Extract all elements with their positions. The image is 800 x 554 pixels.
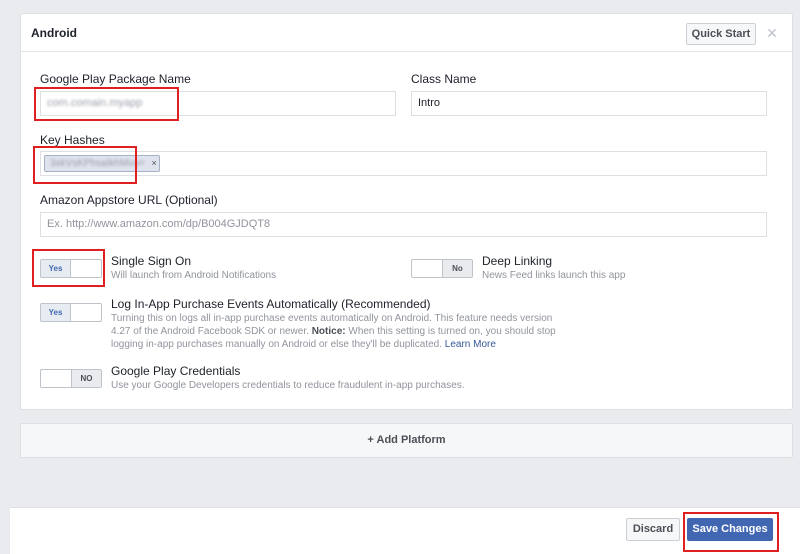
quick-start-button[interactable]: Quick Start: [686, 23, 756, 45]
notice-label: Notice:: [311, 326, 346, 337]
single-sign-on-toggle[interactable]: Yes: [40, 259, 102, 278]
amazon-url-label: Amazon Appstore URL (Optional): [40, 193, 218, 207]
class-name-value: Intro: [418, 97, 441, 109]
plus-icon: +: [367, 434, 374, 446]
log-purchase-title: Log In-App Purchase Events Automatically…: [111, 297, 431, 311]
desc-text: logging in-app purchases manually on And…: [111, 339, 443, 350]
add-platform-button[interactable]: + Add Platform: [20, 423, 793, 458]
amazon-url-input[interactable]: Ex. http://www.amazon.com/dp/B004GJDQT8: [40, 212, 767, 237]
deep-linking-desc: News Feed links launch this app: [482, 270, 626, 281]
close-icon[interactable]: ✕: [765, 23, 779, 43]
deep-linking-toggle[interactable]: No: [411, 259, 473, 278]
log-purchase-desc-line3: logging in-app purchases manually on And…: [111, 338, 771, 351]
play-credentials-title: Google Play Credentials: [111, 364, 241, 378]
discard-button[interactable]: Discard: [626, 518, 680, 541]
package-name-label: Google Play Package Name: [40, 72, 191, 86]
toggle-yes-segment: Yes: [41, 304, 71, 321]
single-sign-on-desc: Will launch from Android Notifications: [111, 270, 277, 281]
desc-text: 4.27 of the Android Facebook SDK or newe…: [111, 326, 309, 337]
save-changes-button[interactable]: Save Changes: [687, 518, 773, 541]
play-credentials-desc: Use your Google Developers credentials t…: [111, 380, 465, 391]
log-purchase-toggle[interactable]: Yes: [40, 303, 102, 322]
toggle-yes-segment: Yes: [41, 260, 71, 277]
package-name-input[interactable]: com.comain.myapp: [40, 91, 396, 116]
amazon-url-placeholder: Ex. http://www.amazon.com/dp/B004GJDQT8: [47, 218, 271, 230]
learn-more-link[interactable]: Learn More: [445, 339, 496, 350]
footer-bar: Discard Save Changes: [10, 507, 800, 554]
package-name-value: com.comain.myapp: [47, 97, 143, 109]
class-name-input[interactable]: Intro: [411, 91, 767, 116]
class-name-label: Class Name: [411, 72, 477, 86]
key-hash-token: 3xkVsKPhsaIkhMva= ×: [44, 155, 160, 172]
panel-title: Android: [31, 26, 77, 40]
toggle-no-segment: No: [442, 260, 472, 277]
deep-linking-title: Deep Linking: [482, 254, 553, 268]
panel-header: Android Quick Start ✕: [21, 14, 792, 52]
play-credentials-toggle[interactable]: NO: [40, 369, 102, 388]
key-hashes-label: Key Hashes: [40, 133, 105, 147]
log-purchase-desc-line1: Turning this on logs all in-app purchase…: [111, 313, 553, 324]
add-platform-label: Add Platform: [376, 434, 446, 446]
key-hashes-input[interactable]: 3xkVsKPhsaIkhMva= ×: [40, 151, 767, 176]
desc-text: When this setting is turned on, you shou…: [348, 326, 556, 337]
log-purchase-desc-line2: 4.27 of the Android Facebook SDK or newe…: [111, 325, 771, 338]
toggle-no-segment: NO: [71, 370, 101, 387]
log-purchase-desc: Turning this on logs all in-app purchase…: [111, 312, 771, 351]
key-hash-token-value: 3xkVsKPhsaIkhMva=: [50, 158, 145, 169]
remove-token-icon[interactable]: ×: [152, 156, 157, 171]
android-settings-panel: Android Quick Start ✕ Google Play Packag…: [20, 13, 793, 410]
single-sign-on-title: Single Sign On: [111, 254, 192, 268]
